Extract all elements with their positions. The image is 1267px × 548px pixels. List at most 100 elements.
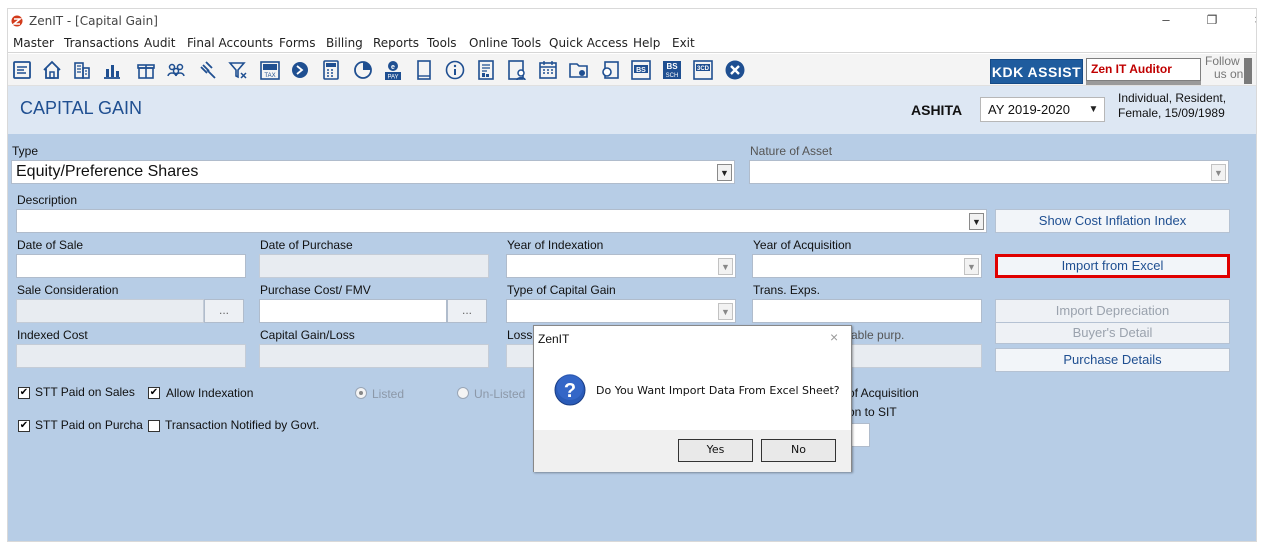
dialog-title: ZenIT (538, 332, 570, 346)
calculator-icon[interactable] (320, 59, 342, 81)
close-window-button[interactable]: × (1238, 10, 1256, 32)
gavel-icon[interactable] (197, 59, 219, 81)
year-of-acquisition-label: Year of Acquisition (753, 238, 852, 252)
restore-button[interactable]: ❐ (1192, 10, 1232, 32)
type-of-capital-gain-select[interactable]: ▼ (506, 299, 736, 323)
follow-us-label: Follow us on (1205, 55, 1243, 81)
menu-forms[interactable]: Forms (279, 36, 315, 50)
type-select[interactable]: Equity/Preference Shares ▼ (11, 160, 735, 184)
zenit-logo-icon (11, 15, 23, 27)
user-icon[interactable] (506, 59, 528, 81)
menu-audit[interactable]: Audit (144, 36, 175, 50)
pie-chart-icon[interactable] (352, 59, 374, 81)
social-bar[interactable] (1244, 58, 1252, 84)
3cd-icon[interactable]: 3CD (692, 59, 714, 81)
window-title: ZenIT - [Capital Gain] (29, 14, 158, 28)
people-icon[interactable] (165, 59, 187, 81)
year-of-acquisition-select[interactable]: ▼ (752, 254, 982, 278)
menu-tools[interactable]: Tools (427, 36, 457, 50)
book-icon[interactable] (413, 59, 435, 81)
chevron-down-icon: ▼ (717, 164, 732, 181)
indexed-cost-input[interactable] (16, 344, 246, 368)
toggle-icon[interactable] (289, 59, 311, 81)
purchase-cost-input[interactable] (259, 299, 447, 323)
menu-reports[interactable]: Reports (373, 36, 419, 50)
calendar-icon[interactable] (537, 59, 559, 81)
chevron-down-icon: ▼ (718, 258, 733, 275)
question-icon: ? (554, 374, 586, 406)
show-cost-inflation-index-button[interactable]: Show Cost Inflation Index (995, 209, 1230, 233)
building-icon[interactable] (71, 59, 93, 81)
zen-it-auditor-button[interactable]: Zen IT Auditor (1086, 58, 1201, 81)
capital-gain-loss-input[interactable] (259, 344, 489, 368)
minimize-button[interactable]: – (1146, 10, 1186, 32)
follow-line-2: us on (1214, 67, 1244, 81)
menu-exit[interactable]: Exit (672, 36, 695, 50)
gift-icon[interactable] (135, 59, 157, 81)
date-of-purchase-input[interactable] (259, 254, 489, 278)
nature-of-asset-select[interactable]: ▼ (749, 160, 1229, 184)
year-of-indexation-select[interactable]: ▼ (506, 254, 736, 278)
loss-label: Loss (507, 328, 533, 342)
chevron-down-icon: ▼ (969, 213, 984, 230)
trans-exps-input[interactable] (752, 299, 982, 323)
assessment-year-select[interactable]: AY 2019-2020 ▼ (980, 97, 1105, 122)
allow-indexation-label: Allow Indexation (166, 386, 254, 400)
stt-paid-on-purchase-checkbox[interactable]: ✔ (18, 420, 30, 432)
type-value: Equity/Preference Shares (16, 163, 199, 180)
menu-online-tools[interactable]: Online Tools (469, 36, 541, 50)
document-icon[interactable] (475, 59, 497, 81)
filter-icon[interactable] (227, 59, 249, 81)
tax-icon[interactable]: TAX (259, 59, 281, 81)
loss-input[interactable] (506, 344, 536, 368)
sale-consideration-label: Sale Consideration (17, 283, 119, 297)
menu-quick-access[interactable]: Quick Access (549, 36, 628, 50)
chevron-down-icon: ▼ (964, 258, 979, 275)
allow-indexation-checkbox[interactable]: ✔ (148, 387, 160, 399)
title-bar: ZenIT - [Capital Gain] – ❐ × (8, 9, 1256, 33)
kdk-assist-button[interactable]: KDK ASSIST (990, 59, 1083, 84)
home-icon[interactable] (41, 59, 63, 81)
sale-consideration-more-button[interactable]: ... (204, 299, 244, 323)
no-button[interactable]: No (761, 439, 836, 462)
description-select[interactable]: ▼ (16, 209, 987, 233)
purchase-details-button[interactable]: Purchase Details (995, 348, 1230, 372)
bar-chart-icon[interactable] (101, 59, 123, 81)
yes-button[interactable]: Yes (678, 439, 753, 462)
nature-of-asset-label: Nature of Asset (750, 144, 833, 158)
purchase-cost-label: Purchase Cost/ FMV (260, 283, 371, 297)
transaction-notified-checkbox[interactable] (148, 420, 160, 432)
purchase-cost-more-button[interactable]: ... (447, 299, 487, 323)
buyers-detail-button[interactable]: Buyer's Detail (995, 322, 1230, 344)
svg-text:BS: BS (636, 67, 646, 74)
bs-sch-icon[interactable]: BS SCH (661, 59, 683, 81)
menu-billing[interactable]: Billing (326, 36, 363, 50)
refresh-icon[interactable] (599, 59, 621, 81)
stt-paid-on-sales-checkbox[interactable]: ✔ (18, 387, 30, 399)
charitable-purpose-input[interactable] (841, 344, 982, 368)
unlisted-label: Un-Listed (474, 387, 526, 401)
client-info-line-2: Female, 15/09/1989 (1118, 106, 1225, 120)
info-icon[interactable] (444, 59, 466, 81)
listed-radio[interactable] (355, 387, 367, 399)
menu-final-accounts[interactable]: Final Accounts (187, 36, 273, 50)
import-from-excel-button[interactable]: Import from Excel (995, 254, 1230, 278)
menu-master[interactable]: Master (13, 36, 54, 50)
dialog-close-button[interactable]: × (830, 329, 838, 345)
svg-text:TAX: TAX (264, 73, 275, 79)
svg-text:e: e (391, 64, 395, 71)
unlisted-radio[interactable] (457, 387, 469, 399)
sale-consideration-input[interactable] (16, 299, 204, 323)
menu-transactions[interactable]: Transactions (64, 36, 139, 50)
bs-icon[interactable]: BS (630, 59, 652, 81)
close-circle-icon[interactable] (724, 59, 746, 81)
date-of-sale-input[interactable] (16, 254, 246, 278)
e-pay-icon[interactable]: e PAY (382, 59, 404, 81)
dialog-message: Do You Want Import Data From Excel Sheet… (596, 384, 840, 397)
menu-help[interactable]: Help (633, 36, 660, 50)
capital-gain-loss-label: Capital Gain/Loss (260, 328, 355, 342)
form-icon[interactable] (11, 59, 33, 81)
import-depreciation-button[interactable]: Import Depreciation (995, 299, 1230, 323)
chevron-down-icon: ▼ (1211, 164, 1226, 181)
folder-icon[interactable] (568, 59, 590, 81)
